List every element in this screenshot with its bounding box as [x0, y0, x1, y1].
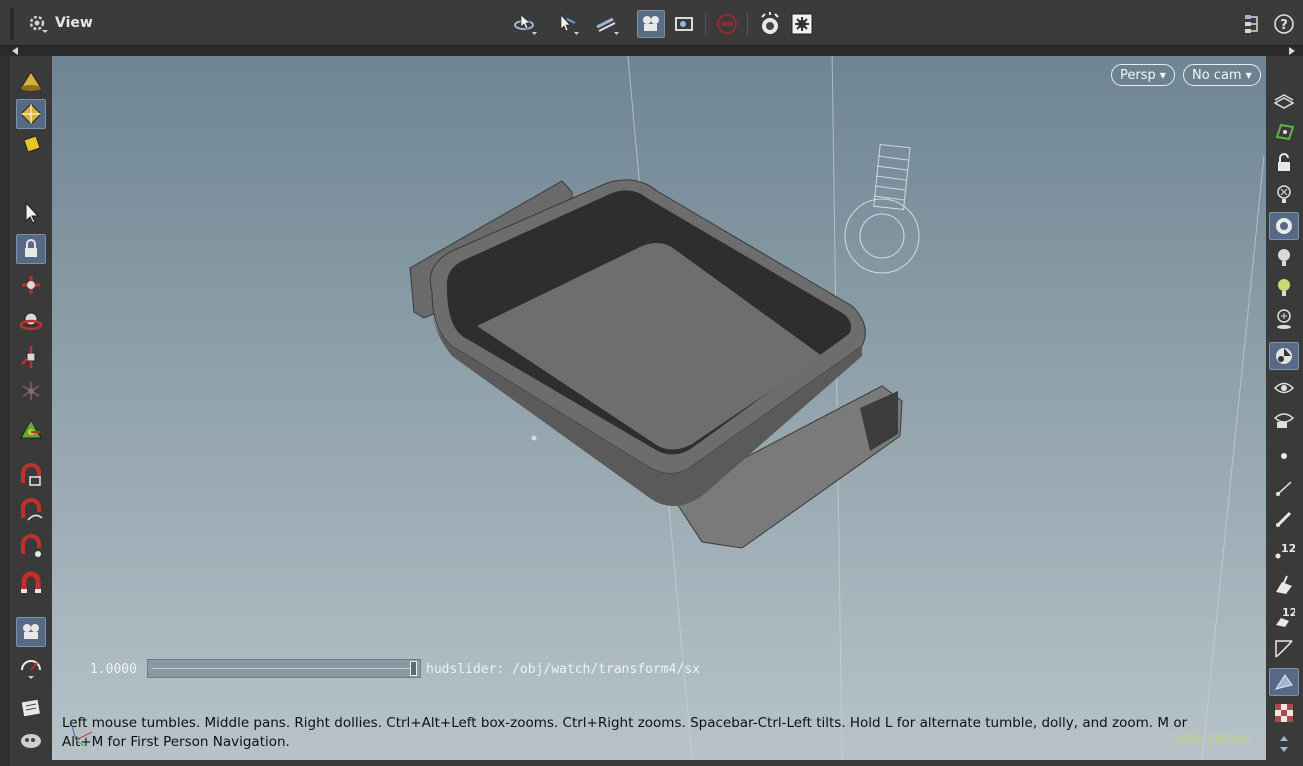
prim-number-badge: 12: [1282, 606, 1295, 619]
notes-icon[interactable]: [16, 694, 46, 724]
viewport-layout-icon[interactable]: [670, 10, 698, 38]
toolbar-scroll-icon[interactable]: [1269, 730, 1299, 758]
snap-curve-icon[interactable]: [16, 496, 46, 526]
display-points-icon[interactable]: [1269, 442, 1299, 470]
object-select-icon[interactable]: [16, 66, 46, 96]
svg-text:?: ?: [1280, 18, 1288, 33]
chevron-down-icon: ▼: [1245, 70, 1252, 80]
hud-slider-track[interactable]: [147, 659, 421, 678]
transform-tool-icon[interactable]: [592, 10, 620, 38]
scene-canvas: [409, 56, 1265, 760]
move-tool-icon[interactable]: [16, 270, 46, 300]
shadow-light-icon[interactable]: [1269, 305, 1299, 333]
scale-tool-icon[interactable]: [16, 342, 46, 372]
scroll-right-icon[interactable]: [1289, 47, 1295, 55]
view-menu-icon[interactable]: [26, 12, 48, 34]
camera-menu[interactable]: No cam ▼: [1183, 64, 1261, 86]
hud-slider-label: hudslider: /obj/watch/transform4/sx: [426, 662, 700, 677]
camera-eye-icon[interactable]: [1269, 406, 1299, 434]
snap-point-icon[interactable]: [16, 532, 46, 562]
texture-checker-icon[interactable]: [1269, 699, 1299, 727]
ghost-light-icon[interactable]: [1269, 180, 1299, 208]
normal-light-icon[interactable]: [1269, 244, 1299, 272]
edition-watermark: Indie Edition: [1170, 732, 1252, 747]
watch-model: [409, 179, 903, 549]
tumble-tool-icon[interactable]: [510, 10, 538, 38]
scroll-left-icon[interactable]: [12, 47, 18, 55]
pose-tool-icon[interactable]: [16, 376, 46, 406]
navigation-hint: Left mouse tumbles. Middle pans. Right d…: [62, 715, 1188, 750]
axis-gizmo-icon: [71, 725, 93, 747]
camera-label: No cam: [1192, 67, 1242, 83]
display-layers-icon[interactable]: [1269, 88, 1299, 116]
geometry-select-icon[interactable]: [16, 99, 46, 129]
render-snapshot-icon[interactable]: [756, 10, 784, 38]
right-toolbar: 12 12: [1266, 56, 1303, 766]
hud-slider-handle[interactable]: [410, 661, 417, 676]
point-normals-icon[interactable]: [1269, 474, 1299, 502]
pane-grip[interactable]: [10, 8, 14, 40]
hq-light-icon[interactable]: [1269, 274, 1299, 302]
select-tool-icon[interactable]: [552, 10, 580, 38]
point-number-badge: 12: [1281, 542, 1295, 555]
hull-display-icon[interactable]: [1269, 634, 1299, 662]
disable-icon[interactable]: [713, 10, 741, 38]
select-arrow-icon[interactable]: [16, 198, 46, 228]
hud-slider-value: 1.0000: [90, 662, 137, 677]
snap-grid-icon[interactable]: [16, 461, 46, 491]
display-options-icon[interactable]: [788, 10, 816, 38]
rotate-tool-icon[interactable]: [16, 306, 46, 336]
perspective-label: Persp: [1120, 67, 1156, 83]
viewport-bottom-edge: [52, 760, 1266, 766]
lock-handle-icon[interactable]: [16, 234, 46, 264]
camera-speed-icon[interactable]: [16, 652, 46, 682]
toolbar-divider: [747, 12, 748, 36]
perspective-menu[interactable]: Persp ▼: [1111, 64, 1175, 86]
camera-link-icon[interactable]: [637, 10, 665, 38]
point-numbers-icon[interactable]: 12: [1269, 536, 1299, 564]
left-toolbar: [0, 56, 52, 766]
prim-numbers-icon[interactable]: 12: [1269, 602, 1299, 630]
pane-tab-strip: [0, 46, 1303, 56]
view-tool-icon[interactable]: [16, 617, 46, 647]
handle-tool-icon[interactable]: [16, 414, 46, 444]
toolbar-divider: [705, 12, 706, 36]
help-icon[interactable]: ?: [1270, 10, 1298, 38]
dynamics-select-icon[interactable]: [16, 130, 46, 160]
toolbar-edge: [0, 56, 10, 766]
shading-mode-icon[interactable]: [1269, 342, 1299, 370]
render-region-icon[interactable]: [16, 726, 46, 756]
pane-title: View: [55, 15, 93, 31]
chevron-down-icon: ▼: [1159, 70, 1166, 80]
uv-view-icon[interactable]: [1269, 118, 1299, 146]
prim-normals-icon[interactable]: [1269, 570, 1299, 598]
viewer-header: View ?: [0, 0, 1303, 46]
scene-viewport[interactable]: Persp ▼ No cam ▼ 1.0000 hudslider: /obj/…: [52, 56, 1266, 760]
snap-magnet-icon[interactable]: [16, 568, 46, 598]
visibility-eye-icon[interactable]: [1269, 374, 1299, 402]
light-gizmo-icon: [844, 144, 920, 274]
backface-icon[interactable]: [1269, 668, 1299, 696]
lock-camera-icon[interactable]: [1269, 149, 1299, 177]
network-flow-icon[interactable]: [1239, 10, 1267, 38]
point-trails-icon[interactable]: [1269, 505, 1299, 533]
headlight-icon[interactable]: [1269, 212, 1299, 240]
